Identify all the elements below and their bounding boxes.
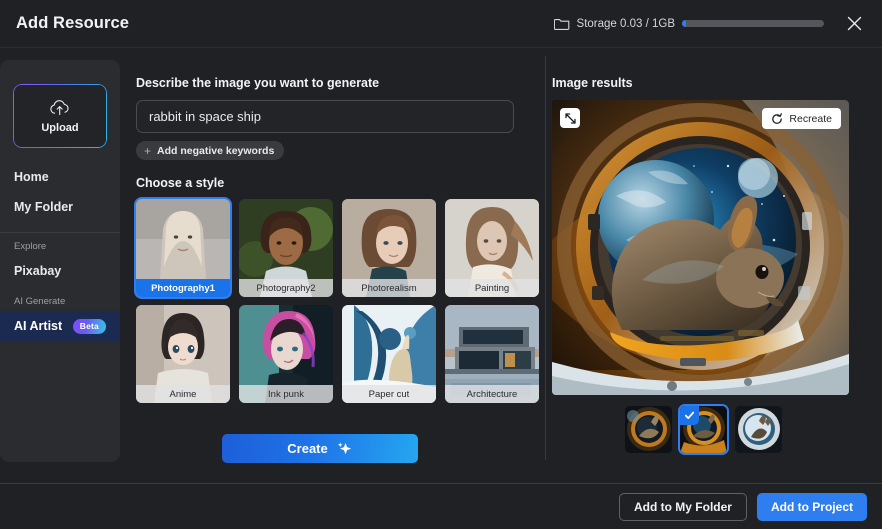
cloud-upload-icon bbox=[48, 99, 72, 117]
style-card-ink-punk[interactable]: Ink punk bbox=[239, 305, 333, 403]
style-name: Anime bbox=[136, 385, 230, 403]
thumbnail-item[interactable] bbox=[735, 406, 782, 453]
create-label: Create bbox=[287, 441, 328, 456]
add-negative-keywords-label: Add negative keywords bbox=[157, 144, 275, 157]
style-card-painting[interactable]: Painting bbox=[445, 199, 539, 297]
recreate-label: Recreate bbox=[789, 112, 832, 125]
check-icon bbox=[684, 411, 695, 420]
header-right-group: Storage 0.03 / 1GB bbox=[553, 10, 868, 38]
style-card-architecture[interactable]: Architecture bbox=[445, 305, 539, 403]
sidebar-item-ai-artist[interactable]: AI Artist Beta bbox=[0, 311, 120, 341]
sidebar-item-pixabay[interactable]: Pixabay bbox=[0, 256, 120, 286]
style-card-photorealism[interactable]: Photorealism bbox=[342, 199, 436, 297]
close-button[interactable] bbox=[840, 10, 868, 38]
main-result-image[interactable]: Recreate bbox=[552, 100, 849, 395]
create-button[interactable]: Create bbox=[222, 434, 418, 463]
expand-image-button[interactable] bbox=[560, 108, 580, 128]
image-results-panel: Image results Recreate bbox=[532, 60, 882, 483]
sidebar-section-ai-generate: AI Generate bbox=[14, 296, 66, 307]
sidebar-item-my-folder[interactable]: My Folder bbox=[0, 192, 120, 222]
add-to-project-button[interactable]: Add to Project bbox=[756, 492, 867, 521]
style-name: Architecture bbox=[445, 385, 539, 403]
sidebar-item-label: Pixabay bbox=[14, 264, 62, 278]
sidebar-item-home[interactable]: Home bbox=[0, 162, 120, 192]
style-name: Paper cut bbox=[342, 385, 436, 403]
storage-progress-bar bbox=[682, 20, 824, 27]
sidebar-section-explore: Explore bbox=[14, 241, 47, 252]
page-title: Add Resource bbox=[16, 14, 130, 32]
style-name: Photorealism bbox=[342, 279, 436, 297]
dialog-body: Upload Home My Folder Explore Pixabay AI… bbox=[0, 48, 882, 483]
expand-diagonal-icon bbox=[564, 112, 576, 124]
sidebar-item-label: My Folder bbox=[14, 200, 74, 214]
upload-button[interactable]: Upload bbox=[13, 84, 107, 148]
generated-image bbox=[552, 100, 849, 395]
thumbnail-image bbox=[735, 406, 782, 453]
prompt-label: Describe the image you want to generate bbox=[136, 76, 380, 90]
result-thumbnails bbox=[552, 406, 882, 453]
prompt-input[interactable] bbox=[136, 100, 514, 133]
storage-indicator: Storage 0.03 / 1GB bbox=[553, 17, 824, 31]
image-results-title: Image results bbox=[552, 76, 633, 90]
upload-label: Upload bbox=[41, 121, 79, 134]
thumbnail-image bbox=[625, 406, 672, 453]
storage-text: Storage 0.03 / 1GB bbox=[576, 17, 675, 30]
storage-progress-fill bbox=[682, 20, 687, 27]
close-icon bbox=[847, 16, 861, 31]
beta-badge: Beta bbox=[72, 318, 106, 334]
style-card-paper-cut[interactable]: Paper cut bbox=[342, 305, 436, 403]
thumbnail-item[interactable] bbox=[625, 406, 672, 453]
add-resource-dialog: Add Resource Storage 0.03 / 1GB Upload H… bbox=[0, 0, 882, 529]
style-name: Ink punk bbox=[239, 385, 333, 403]
style-name: Photography1 bbox=[136, 279, 230, 297]
add-to-my-folder-button[interactable]: Add to My Folder bbox=[618, 492, 747, 521]
sidebar-item-label: Home bbox=[14, 170, 49, 184]
style-card-photography2[interactable]: Photography2 bbox=[239, 199, 333, 297]
style-label: Choose a style bbox=[136, 176, 225, 190]
generate-form: Describe the image you want to generate … bbox=[120, 60, 539, 483]
style-name: Photography2 bbox=[239, 279, 333, 297]
thumbnail-selected-check bbox=[680, 406, 699, 425]
style-card-anime[interactable]: Anime bbox=[136, 305, 230, 403]
style-grid: Photography1 Photography2 Photorealism P… bbox=[136, 199, 539, 403]
recreate-button[interactable]: Recreate bbox=[762, 108, 841, 129]
thumbnail-item[interactable] bbox=[680, 406, 727, 453]
sidebar-divider bbox=[0, 232, 120, 233]
sparkle-icon bbox=[336, 441, 353, 456]
add-negative-keywords-button[interactable]: + Add negative keywords bbox=[136, 141, 285, 160]
plus-icon: + bbox=[144, 143, 152, 158]
sidebar-item-label: AI Artist bbox=[14, 319, 63, 333]
folder-icon bbox=[553, 17, 570, 31]
refresh-icon bbox=[771, 112, 783, 125]
dialog-footer: Add to My Folder Add to Project bbox=[0, 483, 882, 529]
sidebar: Upload Home My Folder Explore Pixabay AI… bbox=[0, 60, 120, 462]
style-name: Painting bbox=[445, 279, 539, 297]
style-card-photography1[interactable]: Photography1 bbox=[136, 199, 230, 297]
dialog-header: Add Resource Storage 0.03 / 1GB bbox=[0, 0, 882, 48]
